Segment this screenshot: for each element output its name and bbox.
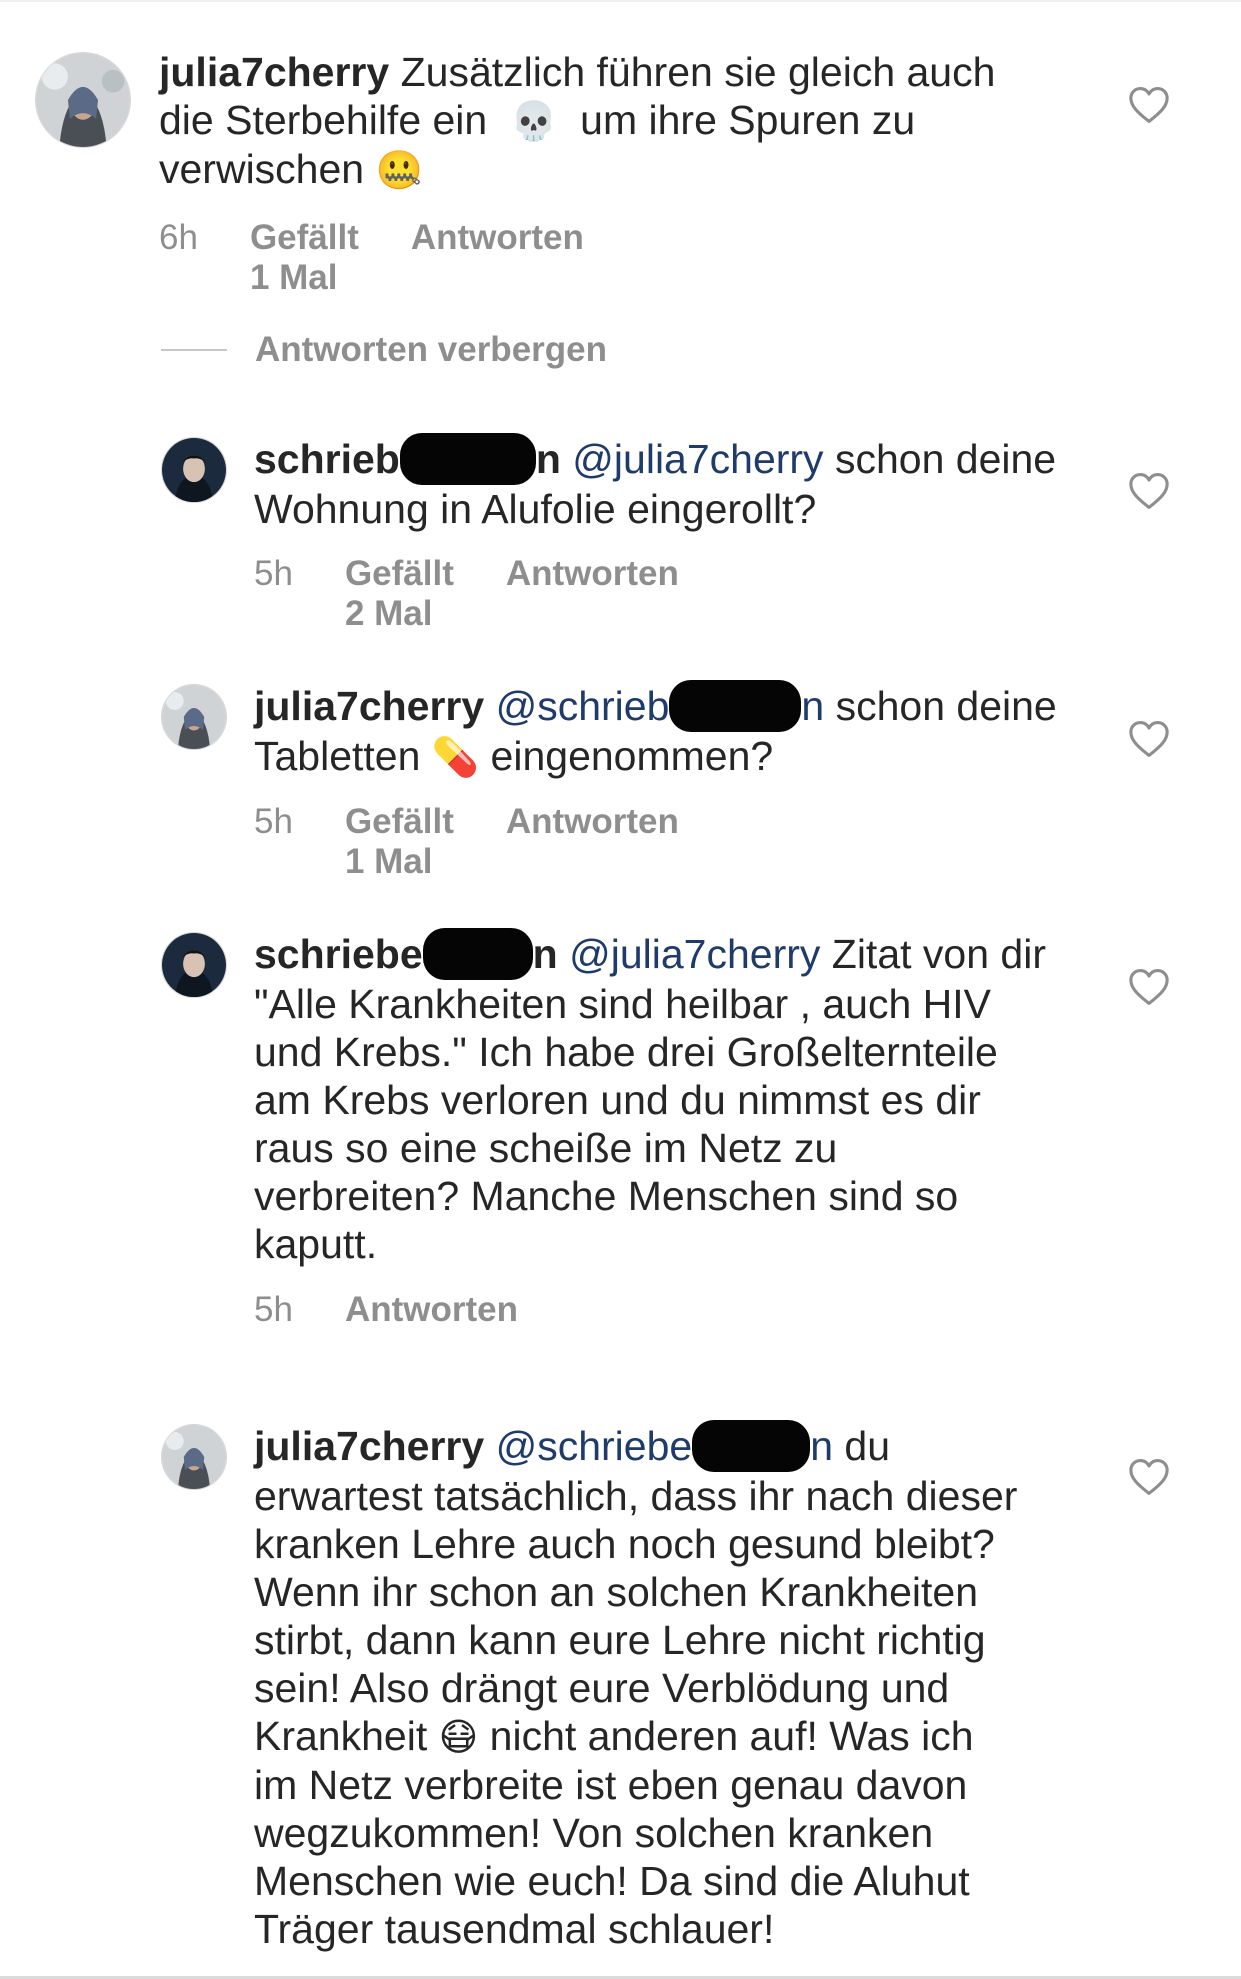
comment-text: Tabletten xyxy=(254,733,421,779)
heart-outline-icon[interactable] xyxy=(1128,968,1170,1006)
heart-outline-icon[interactable] xyxy=(1128,86,1170,124)
comment-time: 5h xyxy=(254,1290,293,1329)
comment-time: 5h xyxy=(254,802,293,841)
comment-text: eingenommen? xyxy=(490,733,774,779)
heart-outline-icon[interactable] xyxy=(1128,720,1170,758)
comment-text: stirbt, dann kann eure Lehre nicht richt… xyxy=(254,1617,986,1663)
redaction-mark xyxy=(399,433,536,485)
comment-text: Wohnung in Alufolie eingerollt? xyxy=(254,486,817,532)
comment-username[interactable]: julia7cherry xyxy=(254,683,484,729)
comment-text: die Sterbehilfe ein xyxy=(159,97,488,143)
comment-text: "Alle Krankheiten sind heilbar , auch HI… xyxy=(254,981,992,1027)
mention-link[interactable]: @julia7cherry xyxy=(572,436,823,482)
comment-username[interactable]: julia7cherry xyxy=(159,49,389,95)
pill-emoji-icon: 💊 xyxy=(431,735,480,779)
zipper-mouth-emoji-icon: 🤐 xyxy=(375,148,423,192)
redaction-mark xyxy=(692,1420,811,1472)
reply-button[interactable]: Antworten xyxy=(506,802,679,882)
comment-username[interactable]: julia7cherry xyxy=(254,1423,484,1469)
reply-button[interactable]: Antworten xyxy=(506,554,679,634)
mention-link[interactable]: @schriebe n xyxy=(496,1420,833,1472)
replies-divider-line xyxy=(161,349,227,351)
likes-count[interactable]: Gefällt 2 Mal xyxy=(345,554,454,634)
avatar-julia7cherry[interactable] xyxy=(35,52,131,148)
comment-text: wegzukommen! Von solchen kranken xyxy=(254,1810,934,1856)
redaction-mark xyxy=(422,928,533,980)
top-divider xyxy=(0,0,1241,2)
mention-link[interactable]: @julia7cherry xyxy=(569,931,820,977)
comment-time: 5h xyxy=(254,554,293,593)
skull-emoji-icon: 💀 xyxy=(510,99,558,143)
hide-replies-button[interactable]: Antworten verbergen xyxy=(161,330,607,370)
reply-button[interactable]: Antworten xyxy=(411,218,584,298)
comment-text: Krankheit xyxy=(254,1713,428,1759)
comment-text: im Netz verbreite ist eben genau davon xyxy=(254,1762,968,1808)
comment-text: Zusätzlich führen sie gleich auch xyxy=(400,49,996,95)
likes-count[interactable]: Gefällt 1 Mal xyxy=(345,802,454,882)
avatar-schrieb[interactable] xyxy=(161,932,227,998)
comment-text: nicht anderen auf! Was ich xyxy=(489,1713,974,1759)
avatar-julia7cherry[interactable] xyxy=(161,684,227,750)
hide-replies-label: Antworten verbergen xyxy=(255,330,607,369)
comment-text: erwartest tatsächlich, dass ihr nach die… xyxy=(254,1473,1018,1519)
comment-text: Träger tausendmal schlauer! xyxy=(254,1906,775,1952)
comment-text: kranken Lehre auch noch gesund bleibt? xyxy=(254,1521,995,1567)
mention-link[interactable]: @schrieb n xyxy=(496,680,824,732)
comment-text: Wenn ihr schon an solchen Krankheiten xyxy=(254,1569,979,1615)
comment-text: und Krebs." Ich habe drei Großelternteil… xyxy=(254,1029,998,1075)
face-mask-emoji-icon: 😷 xyxy=(438,1715,479,1759)
comment-text: sein! Also drängt eure Verblödung und xyxy=(254,1665,950,1711)
comment-text: Zitat von dir xyxy=(831,931,1046,977)
comment-text: um ihre Spuren zu xyxy=(580,97,916,143)
heart-outline-icon[interactable] xyxy=(1128,472,1170,510)
comment-text: am Krebs verloren und du nimmst es dir xyxy=(254,1077,981,1123)
comment-text: du xyxy=(844,1423,891,1469)
comment-time: 6h xyxy=(159,218,198,257)
redaction-mark xyxy=(669,680,802,732)
comment-text: schon deine xyxy=(835,683,1057,729)
comment-username[interactable]: schrieb n xyxy=(254,433,561,485)
comment-text: schon deine xyxy=(834,436,1057,482)
comment-text: Menschen wie euch! Da sind die Aluhut xyxy=(254,1858,970,1904)
comment-text: raus so eine scheiße im Netz zu xyxy=(254,1125,838,1171)
heart-outline-icon[interactable] xyxy=(1128,1458,1170,1496)
avatar-julia7cherry[interactable] xyxy=(161,1424,227,1490)
likes-count[interactable]: Gefällt 1 Mal xyxy=(250,218,359,298)
comment-username[interactable]: schriebe n xyxy=(254,928,558,980)
comment-text: verbreiten? Manche Menschen sind so xyxy=(254,1173,959,1219)
comment-text: verwischen xyxy=(159,146,365,192)
avatar-schrieb[interactable] xyxy=(161,437,227,503)
reply-button[interactable]: Antworten xyxy=(345,1290,518,1330)
comment-text: kaputt. xyxy=(254,1221,378,1267)
